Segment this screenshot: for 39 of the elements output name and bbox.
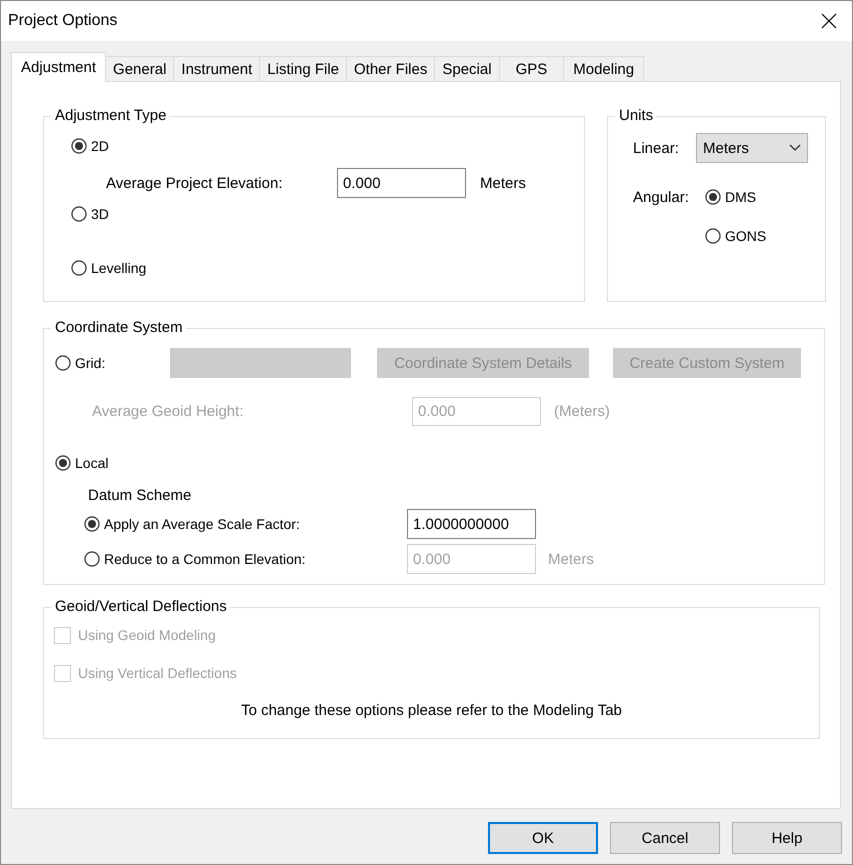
field-label: Average Project Elevation: xyxy=(106,174,284,192)
radio-icon[interactable] xyxy=(71,138,87,154)
radio-icon[interactable] xyxy=(84,516,100,532)
dropdown-value: Meters xyxy=(703,140,749,156)
radio-icon[interactable] xyxy=(705,228,721,244)
radio-icon[interactable] xyxy=(55,455,71,471)
dropdown[interactable]: Meters xyxy=(696,133,808,163)
radio-icon[interactable] xyxy=(71,260,87,276)
unit-label: Meters xyxy=(548,550,594,568)
unit-label: Meters xyxy=(480,174,526,192)
tab[interactable]: Adjustment xyxy=(11,52,106,82)
field-label: Angular: xyxy=(633,188,690,206)
unit-label: (Meters) xyxy=(554,403,610,420)
input-field[interactable]: 0.000 xyxy=(337,168,466,198)
note-text: To change these options please refer to the Modeling Tab xyxy=(241,702,622,718)
input-field[interactable]: 1.0000000000 xyxy=(407,509,536,539)
close-icon xyxy=(821,13,837,29)
radio-button[interactable]: GONS xyxy=(705,228,766,244)
group-title: Coordinate System xyxy=(51,319,186,337)
chevron-down-icon xyxy=(789,144,801,152)
radio-icon[interactable] xyxy=(705,189,721,205)
radio-button[interactable]: Local xyxy=(55,455,108,471)
help-button[interactable]: Help xyxy=(732,822,842,854)
radio-button[interactable]: 2D xyxy=(71,138,109,154)
window-title: Project Options xyxy=(8,12,118,30)
field-label: Linear: xyxy=(633,140,680,156)
group-title: Adjustment Type xyxy=(51,107,170,125)
section-label: Datum Scheme xyxy=(88,486,192,504)
cancel-button[interactable]: Cancel xyxy=(610,822,720,854)
tab[interactable]: Modeling xyxy=(563,56,644,81)
radio-button[interactable]: Grid: xyxy=(55,355,106,371)
radio-icon[interactable] xyxy=(55,355,71,371)
radio-button[interactable]: Apply an Average Scale Factor: xyxy=(84,516,300,532)
radio-button[interactable]: DMS xyxy=(705,189,756,205)
radio-button[interactable]: Levelling xyxy=(71,260,146,276)
ok-button[interactable]: OK xyxy=(488,822,598,854)
field-label: Average Geoid Height: xyxy=(92,403,244,420)
radio-button[interactable]: 3D xyxy=(71,206,109,222)
radio-icon[interactable] xyxy=(71,206,87,222)
